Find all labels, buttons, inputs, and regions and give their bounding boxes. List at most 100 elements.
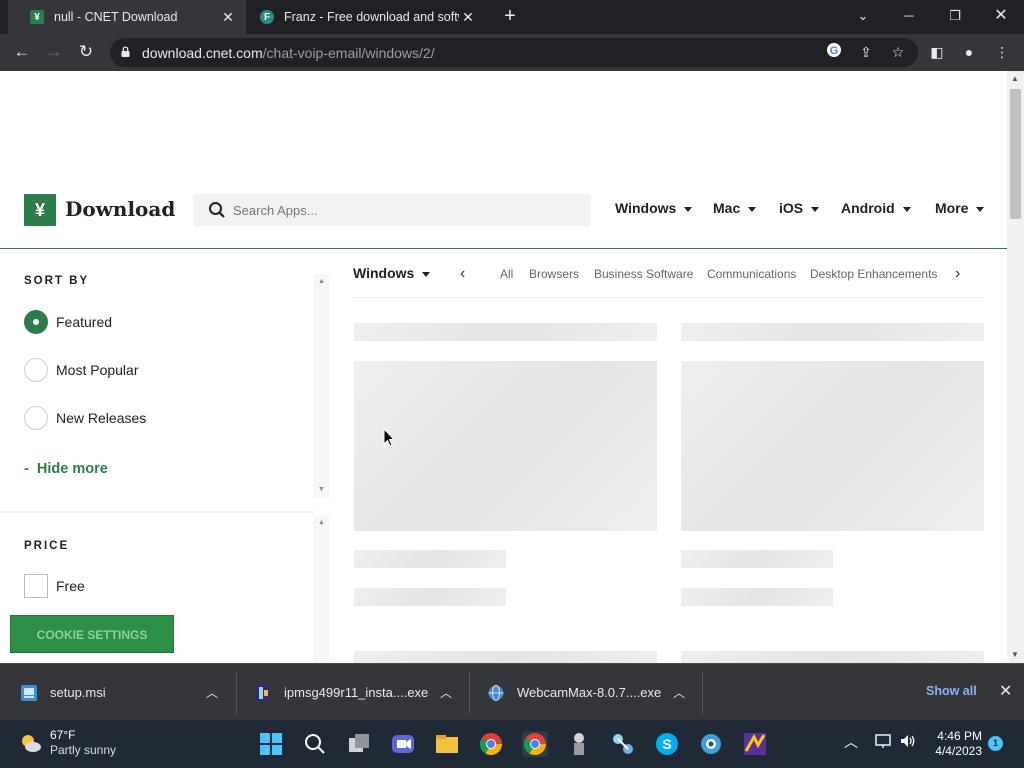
- notification-badge[interactable]: 1: [988, 736, 1003, 751]
- nav-ios[interactable]: iOS: [779, 200, 820, 216]
- weather-temperature: 67°F: [50, 728, 76, 742]
- chevron-right-icon[interactable]: ›: [955, 265, 960, 283]
- scroll-down-icon[interactable]: ▼: [318, 486, 325, 493]
- tab-search-chevron-icon[interactable]: ⌄: [840, 0, 886, 34]
- network-tool-icon[interactable]: [610, 731, 636, 757]
- price-option-free[interactable]: Free: [24, 574, 85, 598]
- scrollbar-thumb[interactable]: [1010, 89, 1021, 219]
- cookie-settings-button[interactable]: COOKIE SETTINGS: [10, 615, 174, 653]
- nav-mac[interactable]: Mac: [713, 200, 757, 216]
- search-icon[interactable]: [208, 201, 226, 219]
- bookmark-star-icon[interactable]: ☆: [888, 42, 908, 62]
- new-tab-button[interactable]: +: [499, 6, 521, 28]
- download-item-setup-msi[interactable]: setup.msi ︿: [20, 664, 230, 721]
- show-hidden-icons-chevron[interactable]: ︿: [844, 732, 858, 752]
- task-view-icon[interactable]: [346, 731, 372, 757]
- scroll-up-icon[interactable]: ▲: [1011, 74, 1019, 83]
- nav-android[interactable]: Android: [841, 200, 911, 216]
- download-logo-icon[interactable]: ¥: [24, 194, 56, 226]
- sort-option-featured[interactable]: Featured: [24, 310, 112, 334]
- download-filename: WebcamMax-8.0.7....exe: [517, 685, 662, 700]
- system-clock[interactable]: 4:46 PM 4/4/2023: [930, 729, 982, 759]
- skeleton-image: [681, 361, 984, 531]
- browser-toolbar: ← → ↻ download.cnet.com/chat-voip-email/…: [0, 34, 1024, 71]
- skeleton-line: [681, 550, 833, 568]
- weather-widget[interactable]: 67°F Partly sunny: [18, 728, 116, 758]
- clock-time: 4:46 PM: [937, 729, 982, 743]
- teams-chat-icon[interactable]: [390, 731, 416, 757]
- search-bar[interactable]: [193, 194, 591, 226]
- category-desktop-enhancements[interactable]: Desktop Enhancements: [810, 267, 937, 281]
- radio-unchecked[interactable]: [24, 358, 48, 382]
- minimize-button[interactable]: ─: [886, 0, 932, 34]
- web-page: ¥ Download Windows Mac iOS Android More …: [0, 71, 1007, 663]
- category-business-software[interactable]: Business Software: [594, 267, 693, 281]
- radio-checked[interactable]: [24, 310, 48, 334]
- profile-icon[interactable]: ●: [959, 42, 979, 62]
- share-icon[interactable]: ⇪: [856, 42, 876, 62]
- page-scrollbar[interactable]: ▲ ▼: [1007, 71, 1024, 663]
- volume-icon[interactable]: [899, 732, 917, 750]
- forward-button[interactable]: →: [42, 41, 66, 65]
- download-filename: setup.msi: [50, 685, 106, 700]
- platform-selector[interactable]: Windows: [353, 265, 431, 281]
- side-panel-icon[interactable]: ◧: [927, 42, 947, 62]
- close-tab-icon[interactable]: ✕: [220, 9, 236, 25]
- chrome-active-icon[interactable]: [522, 731, 548, 757]
- skeleton-title: [681, 323, 984, 341]
- scroll-down-icon[interactable]: ▼: [1011, 650, 1019, 659]
- address-bar[interactable]: download.cnet.com/chat-voip-email/window…: [110, 38, 918, 67]
- sort-scrollbar[interactable]: ▲ ▼: [314, 274, 330, 498]
- scroll-up-icon[interactable]: ▲: [318, 519, 325, 526]
- reload-button[interactable]: ↻: [74, 41, 98, 65]
- sort-option-new-releases[interactable]: New Releases: [24, 406, 146, 430]
- show-all-downloads-button[interactable]: Show all: [926, 684, 977, 698]
- logo-text[interactable]: Download: [65, 197, 175, 221]
- checkbox[interactable]: [24, 574, 48, 598]
- tab-cnet-download[interactable]: ¥ null - CNET Download ✕: [8, 0, 246, 34]
- sort-option-most-popular[interactable]: Most Popular: [24, 358, 138, 382]
- category-browsers[interactable]: Browsers: [529, 267, 579, 281]
- price-scrollbar[interactable]: ▲: [314, 515, 330, 663]
- webcam-app-icon[interactable]: [698, 731, 724, 757]
- lock-icon[interactable]: [120, 46, 131, 57]
- nav-more[interactable]: More: [935, 200, 985, 216]
- download-item-ipmsg[interactable]: ipmsg499r11_insta....exe ︿: [254, 664, 464, 721]
- scroll-up-icon[interactable]: ▲: [318, 278, 325, 285]
- category-communications[interactable]: Communications: [707, 267, 796, 281]
- download-filename: ipmsg499r11_insta....exe: [284, 685, 429, 700]
- skeleton-title: [354, 323, 657, 341]
- file-explorer-icon[interactable]: [434, 731, 460, 757]
- category-all[interactable]: All: [500, 267, 513, 281]
- hide-more-link[interactable]: - Hide more: [24, 461, 108, 477]
- chrome-icon[interactable]: [478, 731, 504, 757]
- close-window-button[interactable]: ✕: [978, 0, 1024, 34]
- back-button[interactable]: ←: [10, 41, 34, 65]
- google-lens-icon[interactable]: G: [824, 42, 844, 62]
- media-app-icon[interactable]: [742, 731, 768, 757]
- caret-down-icon: [422, 271, 431, 277]
- close-downloads-bar-icon[interactable]: ✕: [999, 681, 1012, 701]
- caret-down-icon: [684, 206, 693, 212]
- download-item-webcammax[interactable]: WebcamMax-8.0.7....exe ︿: [487, 664, 697, 721]
- sort-by-heading: SORT BY: [24, 275, 90, 287]
- chevron-up-icon[interactable]: ︿: [673, 684, 685, 701]
- network-icon[interactable]: [874, 732, 892, 750]
- chevron-up-icon[interactable]: ︿: [440, 684, 452, 701]
- windows-start-icon[interactable]: [258, 731, 284, 757]
- skype-icon[interactable]: S: [654, 731, 680, 757]
- search-input[interactable]: [233, 200, 573, 220]
- close-tab-icon[interactable]: ✕: [460, 9, 476, 25]
- chevron-left-icon[interactable]: ‹: [460, 265, 465, 283]
- url-text[interactable]: download.cnet.com/chat-voip-email/window…: [142, 45, 435, 61]
- chrome-menu-icon[interactable]: ⋮: [992, 42, 1012, 62]
- radio-unchecked[interactable]: [24, 406, 48, 430]
- restore-button[interactable]: ❐: [932, 0, 978, 34]
- chevron-up-icon[interactable]: ︿: [206, 684, 218, 701]
- search-icon[interactable]: [302, 731, 328, 757]
- app-figure-icon[interactable]: [566, 731, 592, 757]
- skeleton-line: [354, 550, 506, 568]
- category-divider: [353, 297, 984, 298]
- tab-franz[interactable]: F Franz - Free download and softw ✕: [246, 0, 486, 34]
- nav-windows[interactable]: Windows: [615, 200, 693, 216]
